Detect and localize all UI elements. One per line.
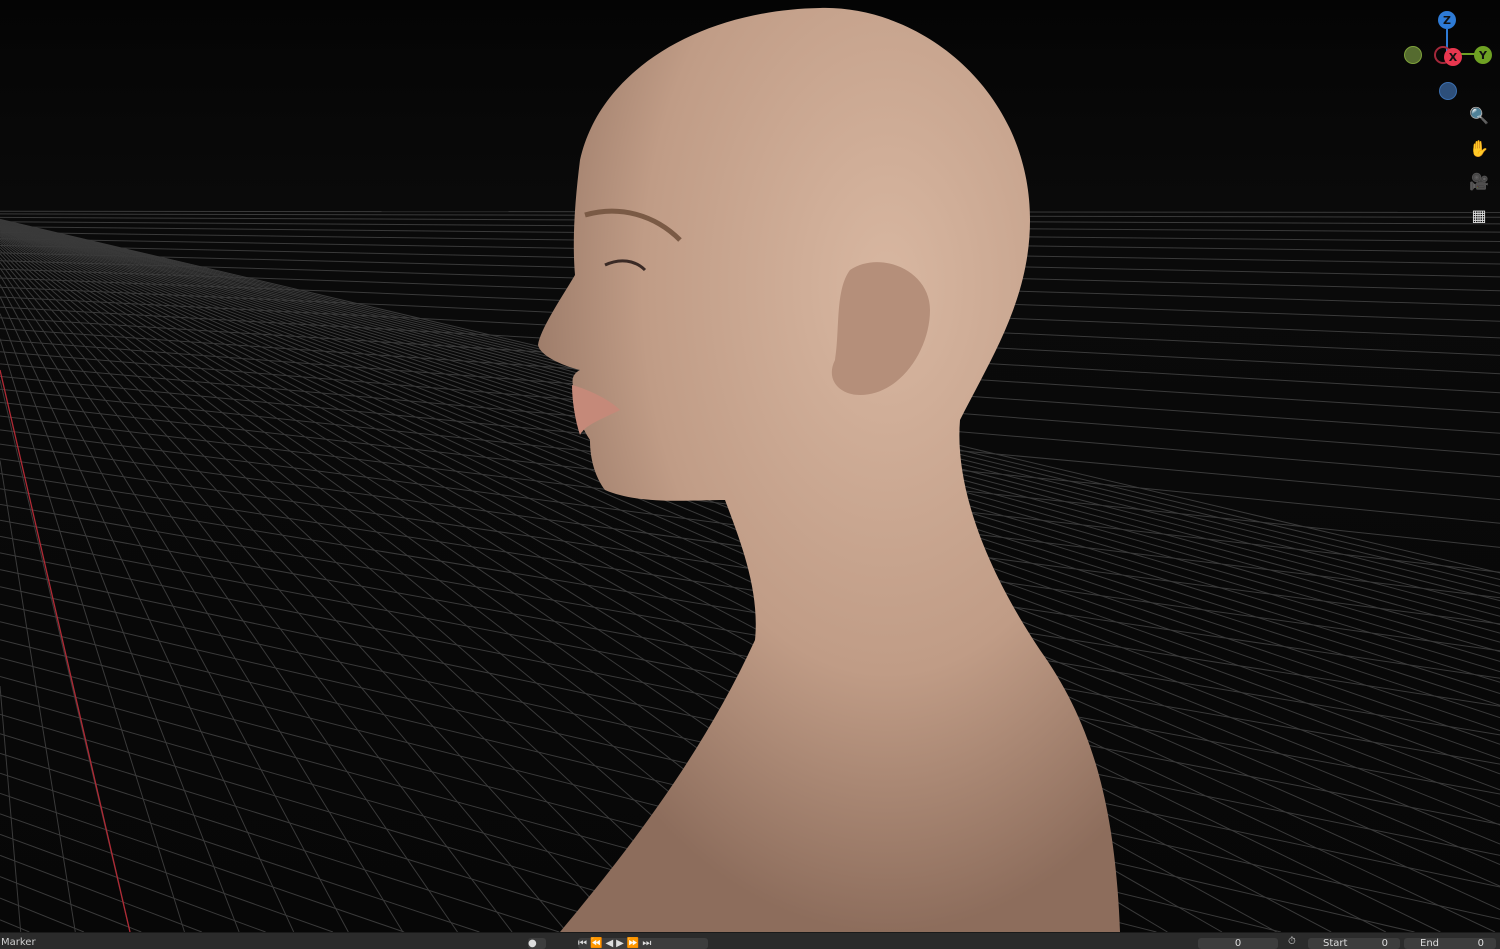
head-model (538, 7, 1120, 932)
playback-controls: ⏮⏪◀▶⏩⏭ (578, 938, 708, 949)
start-label: Start (1323, 938, 1348, 949)
end-value: 0 (1477, 938, 1484, 949)
hand-icon[interactable]: ✋ (1466, 135, 1492, 161)
end-frame-field[interactable]: End 0 (1404, 938, 1496, 949)
jump-start-icon[interactable]: ⏮ (578, 938, 590, 949)
gizmo-x-axis[interactable]: X (1444, 48, 1462, 66)
keyframe-dot-button[interactable]: ● (528, 938, 546, 949)
current-frame-field[interactable]: 0 (1198, 938, 1278, 949)
head-silhouette (538, 7, 1120, 932)
start-frame-field[interactable]: Start 0 (1308, 938, 1400, 949)
end-label: End (1420, 938, 1440, 949)
3d-viewport[interactable]: Z X Y 🔍 ✋ 🎥 ▦ (0, 0, 1500, 932)
grid-icon[interactable]: ▦ (1466, 202, 1492, 228)
marker-menu[interactable]: Marker (1, 937, 36, 949)
play-icon[interactable]: ▶ (616, 938, 627, 949)
next-keyframe-icon[interactable]: ⏩ (627, 938, 642, 949)
prev-keyframe-icon[interactable]: ⏪ (590, 938, 605, 949)
stopwatch-icon[interactable]: ⏱ (1288, 936, 1296, 948)
timeline-bar: Marker ● ⏮⏪◀▶⏩⏭ 0 ⏱ Start 0 End 0 (0, 932, 1500, 949)
gizmo-neg-z-axis[interactable] (1439, 82, 1457, 100)
camera-icon[interactable]: 🎥 (1466, 168, 1492, 194)
gizmo-neg-y-axis[interactable] (1404, 46, 1422, 64)
zoom-icon[interactable]: 🔍 (1466, 102, 1492, 128)
gizmo-y-axis[interactable]: Y (1474, 46, 1492, 64)
jump-end-icon[interactable]: ⏭ (642, 938, 654, 949)
play-reverse-icon[interactable]: ◀ (605, 938, 616, 949)
start-value: 0 (1381, 938, 1388, 949)
gizmo-z-axis[interactable]: Z (1438, 11, 1456, 29)
